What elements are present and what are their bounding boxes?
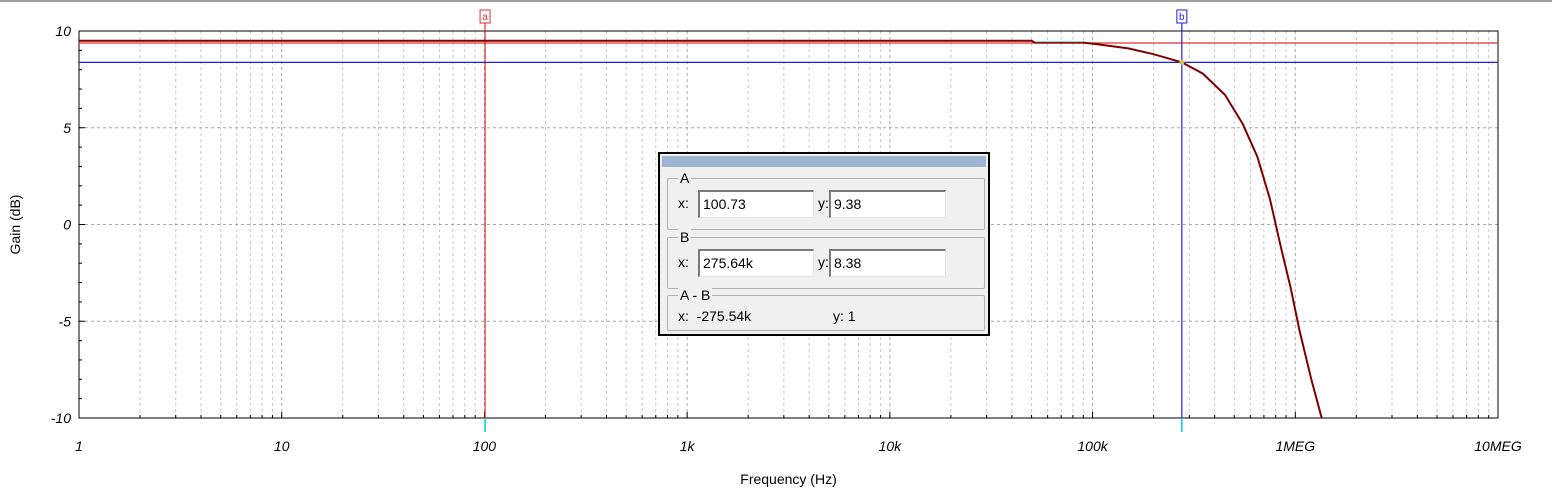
cursor-a-name: A (678, 170, 692, 186)
y-tick-label: 0 (63, 217, 71, 233)
x-tick-label: 1MEG (1275, 438, 1315, 454)
cursor-b-y-label: y: (818, 254, 829, 270)
y-tick-label: -5 (59, 313, 72, 329)
cursor-diff-x-value: x: -275.54k (678, 308, 752, 324)
cursor-b-intersection-point (1179, 59, 1185, 65)
cursor-readout-panel[interactable]: A x: 100.73 y: 9.38 B x: 275.64k y: 8.38… (658, 152, 990, 336)
cursor-a-group: A x: 100.73 y: 9.38 (667, 170, 985, 230)
x-tick-label: 100 (473, 438, 497, 454)
y-axis-label: Gain (dB) (7, 195, 23, 255)
x-tick-label: 1k (680, 438, 696, 454)
cursor-b-y-field[interactable]: 8.38 (829, 249, 946, 277)
cursor-a-x-field[interactable]: 100.73 (698, 190, 814, 218)
y-tick-label: 10 (55, 23, 71, 39)
cursor-diff-y-value: y: 1 (833, 308, 856, 324)
y-tick-label: -10 (51, 410, 71, 426)
x-tick-label: 100k (1077, 438, 1108, 454)
cursor-b-x-field[interactable]: 275.64k (698, 249, 814, 277)
readout-titlebar[interactable] (662, 156, 986, 167)
x-tick-label: 1 (75, 438, 83, 454)
x-tick-label: 10k (879, 438, 903, 454)
cursor-a-y-field[interactable]: 9.38 (829, 190, 946, 218)
cursor-a-tag: a (482, 12, 488, 23)
cursor-b-group: B x: 275.64k y: 8.38 (667, 229, 985, 289)
cursor-diff-group: A - B x: -275.54k y: 1 (667, 287, 985, 331)
y-tick-label: 5 (63, 120, 71, 136)
cursor-a-x-label: x: (678, 195, 689, 211)
cursor-a-y-label: y: (818, 195, 829, 211)
cursor-diff-name: A - B (678, 287, 713, 303)
cursor-b-name: B (678, 229, 692, 245)
cursor-b-x-label: x: (678, 254, 689, 270)
x-tick-label: 10 (274, 438, 290, 454)
x-tick-label: 10MEG (1474, 438, 1522, 454)
cursor-b-tag: b (1179, 12, 1185, 23)
x-axis-label: Frequency (Hz) (740, 471, 836, 487)
